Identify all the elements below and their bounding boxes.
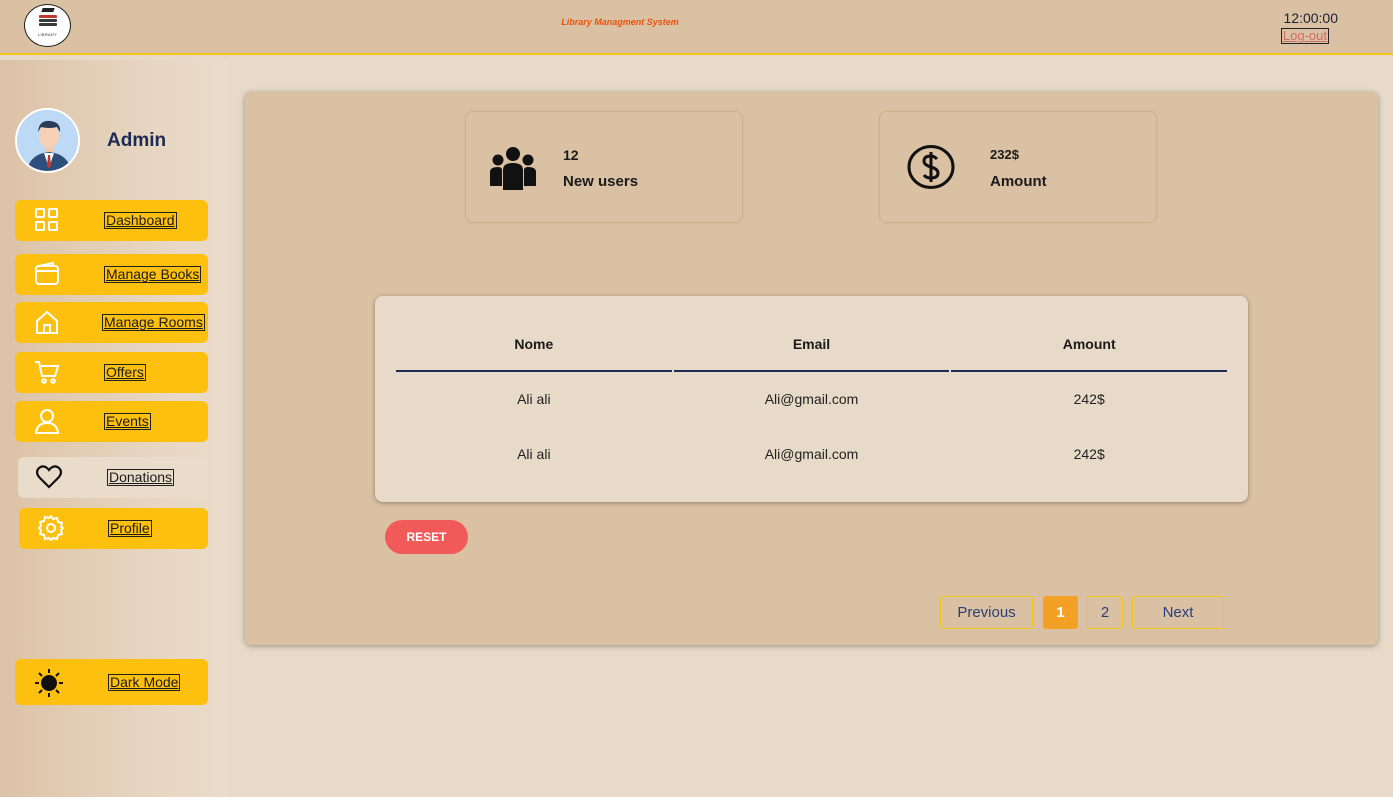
app-title: Library Managment System <box>561 17 679 27</box>
amount-value: 232$ <box>990 147 1019 162</box>
sidebar-item-donations[interactable]: Donations <box>18 457 208 498</box>
sidebar-item-manage-rooms[interactable]: Manage Rooms <box>15 302 208 343</box>
dark-mode-toggle[interactable]: Dark Mode <box>15 659 208 705</box>
cell-email: Ali@gmail.com <box>764 391 859 407</box>
users-table: Nome Email Amount Ali ali Ali@gmail.com … <box>375 296 1248 502</box>
dollar-circle-icon <box>907 145 955 189</box>
next-page-button[interactable]: Next <box>1132 596 1224 629</box>
table-row: Ali ali Ali@gmail.com 242$ <box>395 446 1228 466</box>
page-1-button[interactable]: 1 <box>1043 596 1078 629</box>
sidebar-item-label: Donations <box>107 469 175 486</box>
sidebar-item-events[interactable]: Events <box>15 401 208 442</box>
users-icon <box>490 147 536 190</box>
avatar <box>15 108 80 173</box>
cell-amount: 242$ <box>1073 446 1105 462</box>
new-users-label: New users <box>563 173 639 190</box>
sidebar-item-label: Offers <box>104 364 146 381</box>
stat-card-amount: 232$ Amount <box>879 111 1157 223</box>
wallet-icon <box>35 261 59 285</box>
sidebar-item-label: Events <box>104 413 151 430</box>
cart-icon <box>35 361 60 384</box>
cell-email: Ali@gmail.com <box>764 446 859 462</box>
column-header-amount: Amount <box>951 326 1228 372</box>
grid-icon <box>35 208 58 231</box>
stat-card-users: 12 New users <box>465 111 743 223</box>
cell-amount: 242$ <box>1073 391 1105 407</box>
sidebar-item-label: Manage Books <box>104 266 202 283</box>
sidebar-item-label: Profile <box>108 520 152 537</box>
sidebar-item-dashboard[interactable]: Dashboard <box>15 200 208 241</box>
main-panel: 12 New users 232$ Amount Nome Email Amou… <box>245 92 1378 645</box>
library-logo[interactable]: LIBRARY <box>24 4 71 47</box>
table-row: Ali ali Ali@gmail.com 242$ <box>395 391 1228 411</box>
heart-icon <box>36 465 62 489</box>
amount-label: Amount <box>990 173 1047 190</box>
sidebar: Admin Dashboard Manage Books Manage Room… <box>0 60 227 797</box>
clock: 12:00:00 <box>1283 10 1339 26</box>
new-users-count: 12 <box>563 147 579 163</box>
sidebar-item-label: Manage Rooms <box>102 314 205 331</box>
user-name: Admin <box>107 130 167 151</box>
sidebar-item-label: Dashboard <box>104 212 177 229</box>
cell-name: Ali ali <box>517 446 551 462</box>
dark-mode-label: Dark Mode <box>108 674 181 691</box>
column-header-email: Email <box>673 326 950 372</box>
books-icon <box>38 8 57 30</box>
table-header: Nome Email Amount <box>395 326 1228 372</box>
top-bar: LIBRARY Library Managment System 12:00:0… <box>0 0 1393 55</box>
page-2-button[interactable]: 2 <box>1087 596 1123 629</box>
sidebar-item-manage-books[interactable]: Manage Books <box>15 254 208 295</box>
user-icon <box>34 409 60 434</box>
sidebar-item-profile[interactable]: Profile <box>19 508 208 549</box>
logo-text: LIBRARY <box>37 32 58 37</box>
sun-icon <box>35 669 63 697</box>
sidebar-item-offers[interactable]: Offers <box>15 352 208 393</box>
logout-link[interactable]: Log-out <box>1280 28 1329 44</box>
cell-name: Ali ali <box>517 391 551 407</box>
previous-page-button[interactable]: Previous <box>940 596 1033 629</box>
column-header-name: Nome <box>396 326 672 372</box>
home-icon <box>36 310 58 334</box>
reset-button[interactable]: RESET <box>385 520 468 554</box>
gear-icon <box>38 515 64 541</box>
